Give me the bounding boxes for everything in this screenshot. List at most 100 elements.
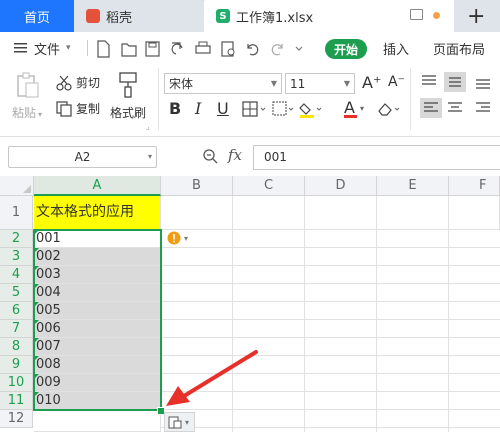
align-top-icon[interactable] — [422, 75, 436, 85]
spreadsheet-logo-icon: S — [216, 9, 230, 23]
column-header-d[interactable]: D — [305, 176, 377, 196]
row-header[interactable]: 11 — [0, 392, 33, 410]
column-header-f[interactable]: F — [449, 176, 500, 196]
print-preview-icon[interactable] — [221, 41, 235, 57]
bold-button[interactable]: B — [169, 99, 181, 118]
undo-icon[interactable] — [247, 44, 259, 56]
column-header-a[interactable]: A — [34, 176, 161, 196]
cell-a5[interactable]: 004 — [34, 284, 161, 302]
row-header[interactable]: 8 — [0, 338, 33, 356]
italic-button[interactable]: I — [195, 99, 201, 118]
tab-docer[interactable]: 稻壳 — [74, 0, 198, 32]
row-header[interactable]: 12 — [0, 410, 33, 428]
format-painter-icon[interactable] — [117, 72, 139, 98]
chevron-down-icon[interactable]: ▾ — [360, 104, 364, 113]
row-header[interactable]: 6 — [0, 302, 33, 320]
cell-value: 001 — [36, 231, 61, 246]
fill-color-icon[interactable] — [299, 103, 322, 118]
row-header[interactable]: 3 — [0, 248, 33, 266]
add-tab-button[interactable]: + — [467, 4, 485, 29]
cell-a9[interactable]: 008 — [34, 356, 161, 374]
export-icon[interactable] — [171, 42, 183, 55]
underline-button[interactable]: U — [217, 99, 229, 118]
format-painter-label[interactable]: 格式刷 — [110, 104, 146, 121]
cell-a7[interactable]: 006 — [34, 320, 161, 338]
align-center-icon[interactable] — [448, 102, 462, 112]
name-box-value: A2 — [74, 150, 91, 164]
row-header[interactable]: 9 — [0, 356, 33, 374]
cell[interactable] — [449, 196, 500, 230]
fill-pattern-icon[interactable] — [272, 101, 294, 116]
cell-a8[interactable]: 007 — [34, 338, 161, 356]
more-chevron-icon[interactable] — [295, 46, 303, 51]
align-left-icon[interactable] — [420, 98, 442, 118]
row-header[interactable]: 1 — [0, 196, 33, 230]
cell-a1[interactable]: 文本格式的应用 — [34, 196, 161, 230]
tab-workbook[interactable]: S 工作簿1.xlsx — [204, 0, 454, 32]
file-menu[interactable]: 文件 ▾ — [14, 36, 71, 60]
fx-icon[interactable]: fx — [228, 146, 242, 164]
paste-button[interactable]: 粘贴 ▾ — [12, 104, 42, 121]
grow-font-button[interactable]: A⁺ — [362, 73, 381, 92]
redo-icon[interactable] — [271, 44, 283, 56]
cell[interactable] — [161, 196, 233, 230]
dialog-launcher-icon[interactable]: ⌟ — [146, 122, 150, 131]
cut-button[interactable]: 剪切 — [56, 74, 100, 91]
row-header[interactable]: 4 — [0, 266, 33, 284]
align-middle-icon[interactable] — [444, 72, 466, 92]
row-header[interactable]: 7 — [0, 320, 33, 338]
clear-format-icon[interactable] — [376, 101, 402, 117]
cell[interactable] — [377, 196, 449, 230]
new-doc-icon[interactable] — [97, 40, 110, 58]
chevron-down-icon: ▼ — [270, 79, 277, 88]
font-name-select[interactable]: 宋体 ▼ — [164, 73, 282, 94]
tab-insert[interactable]: 插入 — [383, 36, 409, 60]
row-header[interactable]: 2 — [0, 230, 33, 248]
error-indicator-icon — [34, 374, 39, 379]
column-header-e[interactable]: E — [377, 176, 449, 196]
chevron-down-icon: ▼ — [343, 79, 350, 88]
chevron-down-icon: ▾ — [147, 152, 152, 161]
divider — [158, 68, 159, 130]
tab-home[interactable]: 首页 — [0, 0, 74, 32]
print-icon[interactable] — [195, 41, 211, 54]
tab-docer-label: 稻壳 — [106, 10, 133, 26]
font-color-letter: A — [344, 98, 355, 117]
monitor-icon[interactable] — [410, 9, 423, 20]
open-folder-icon[interactable] — [121, 43, 137, 57]
cell-value: 003 — [36, 267, 61, 282]
paste-options-button[interactable]: ▾ — [164, 412, 195, 432]
border-icon[interactable] — [242, 101, 266, 117]
save-icon[interactable] — [145, 41, 160, 57]
cell[interactable] — [305, 196, 377, 230]
align-right-icon[interactable] — [476, 102, 490, 112]
row-header[interactable]: 10 — [0, 374, 33, 392]
cell[interactable] — [233, 196, 305, 230]
name-box[interactable]: A2 ▾ — [8, 146, 157, 168]
copy-button[interactable]: 复制 — [56, 100, 100, 117]
cell-a6[interactable]: 005 — [34, 302, 161, 320]
tab-start[interactable]: 开始 — [325, 39, 367, 59]
font-color-button[interactable]: A — [344, 98, 357, 118]
select-all-corner[interactable] — [0, 176, 34, 196]
hamburger-icon — [14, 43, 27, 53]
row-header[interactable]: 5 — [0, 284, 33, 302]
error-check-button[interactable]: ▾ — [167, 231, 188, 245]
font-size-select[interactable]: 11 ▼ — [285, 73, 355, 94]
column-header-b[interactable]: B — [161, 176, 233, 196]
cell-a2[interactable]: 001 — [34, 230, 161, 248]
shrink-font-button[interactable]: A⁻ — [388, 74, 405, 90]
formula-input[interactable]: 001 — [253, 145, 500, 170]
align-bottom-icon[interactable] — [476, 79, 490, 89]
cell-a10[interactable]: 009 — [34, 374, 161, 392]
paste-icon[interactable] — [15, 72, 43, 100]
cell-value: 007 — [36, 339, 61, 354]
cell-a3[interactable]: 002 — [34, 248, 161, 266]
cell-a4[interactable]: 003 — [34, 266, 161, 284]
zoom-icon[interactable] — [202, 148, 218, 164]
column-header-c[interactable]: C — [233, 176, 305, 196]
error-indicator-icon — [34, 320, 39, 325]
cell-a12[interactable] — [34, 410, 161, 432]
cell-a11[interactable]: 010 — [34, 392, 161, 410]
tab-page-layout[interactable]: 页面布局 — [433, 36, 485, 60]
